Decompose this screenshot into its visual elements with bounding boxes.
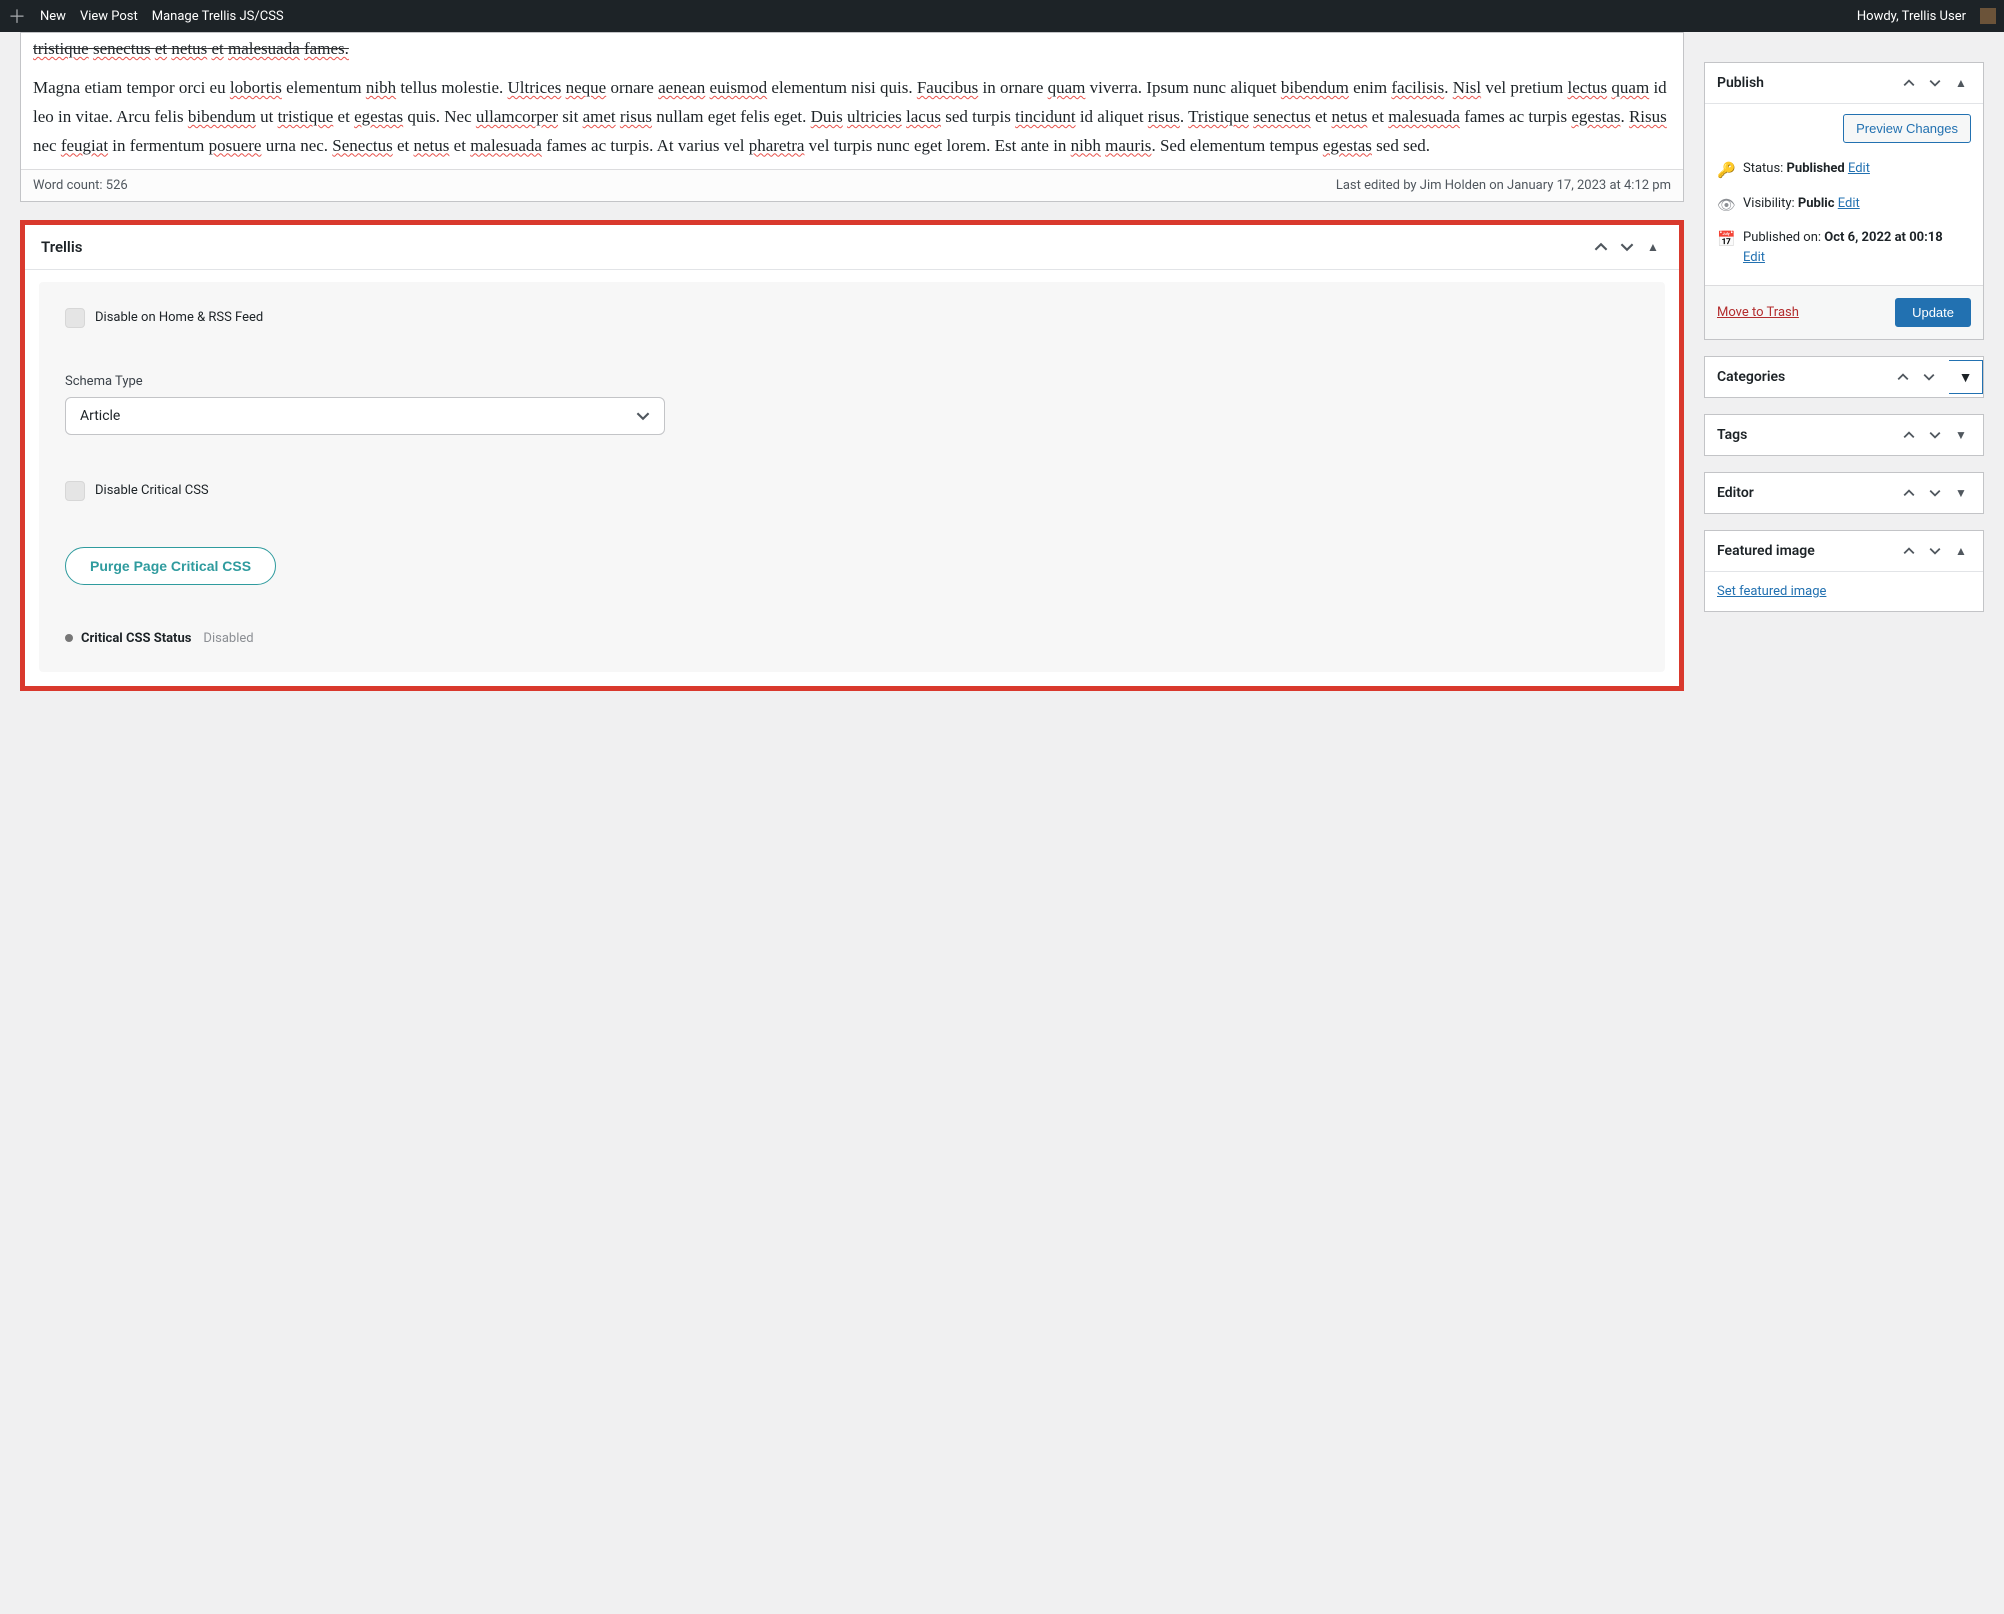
adminbar-new[interactable]: New <box>40 9 66 24</box>
adminbar-view-post[interactable]: View Post <box>80 9 138 24</box>
published-value: Oct 6, 2022 at 00:18 <box>1824 230 1942 245</box>
chevron-down-icon[interactable] <box>1919 367 1939 387</box>
post-content[interactable]: tristique senectus et netus et malesuada… <box>21 35 1683 169</box>
visibility-row: Visibility: Public Edit <box>1743 194 1860 214</box>
preview-changes-button[interactable]: Preview Changes <box>1843 114 1971 143</box>
editor-panel: Editor ▼ <box>1704 472 1984 514</box>
critical-css-status-value: Disabled <box>203 631 253 646</box>
word-count: Word count: 526 <box>33 178 128 193</box>
chevron-up-icon[interactable] <box>1899 425 1919 445</box>
visibility-value: Public <box>1798 196 1835 211</box>
schema-type-select[interactable]: Article <box>65 397 665 435</box>
eye-icon: 👁 <box>1717 194 1735 217</box>
chevron-up-icon[interactable] <box>1899 73 1919 93</box>
edit-publish-date-link[interactable]: Edit <box>1743 250 1765 265</box>
trellis-metabox: Trellis ▲ Disable on Home & RSS Feed Sch… <box>20 220 1684 691</box>
status-row: Status: Published Edit <box>1743 159 1870 179</box>
tags-panel: Tags ▼ <box>1704 414 1984 456</box>
featured-image-title: Featured image <box>1717 543 1815 559</box>
critical-css-status-label: Critical CSS Status <box>81 631 191 646</box>
disable-css-checkbox[interactable] <box>65 481 85 501</box>
tags-title: Tags <box>1717 427 1747 443</box>
publish-title: Publish <box>1717 75 1764 91</box>
caret-down-icon[interactable]: ▼ <box>1951 483 1971 503</box>
disable-home-checkbox[interactable] <box>65 308 85 328</box>
visibility-label: Visibility: <box>1743 196 1798 211</box>
disable-css-label: Disable Critical CSS <box>95 483 209 498</box>
chevron-down-icon[interactable] <box>1925 73 1945 93</box>
content-paragraph: Magna etiam tempor orci eu lobortis elem… <box>33 74 1671 161</box>
calendar-icon: 📅 <box>1717 228 1735 251</box>
status-value: Published <box>1787 161 1845 176</box>
published-row: Published on: Oct 6, 2022 at 00:18 Edit <box>1743 228 1943 267</box>
caret-up-icon[interactable]: ▲ <box>1643 237 1663 257</box>
avatar[interactable] <box>1980 8 1996 24</box>
editor-content-box: tristique senectus et netus et malesuada… <box>20 32 1684 202</box>
status-dot-icon <box>65 634 73 642</box>
published-label: Published on: <box>1743 230 1824 245</box>
admin-bar: ＋ New View Post Manage Trellis JS/CSS Ho… <box>0 0 2004 32</box>
categories-title: Categories <box>1717 369 1785 385</box>
adminbar-manage-trellis[interactable]: Manage Trellis JS/CSS <box>152 9 284 24</box>
edit-status-link[interactable]: Edit <box>1848 161 1870 176</box>
chevron-down-icon[interactable] <box>1617 237 1637 257</box>
chevron-down-icon[interactable] <box>1925 483 1945 503</box>
key-icon: 🔑 <box>1717 159 1735 182</box>
disable-home-row: Disable on Home & RSS Feed <box>65 308 1639 328</box>
update-button[interactable]: Update <box>1895 298 1971 327</box>
last-edited: Last edited by Jim Holden on January 17,… <box>1336 178 1671 193</box>
plus-icon[interactable]: ＋ <box>8 3 26 29</box>
schema-type-label: Schema Type <box>65 374 1639 389</box>
caret-up-icon[interactable]: ▲ <box>1951 73 1971 93</box>
edit-visibility-link[interactable]: Edit <box>1838 196 1860 211</box>
featured-image-panel: Featured image ▲ Set featured image <box>1704 530 1984 612</box>
chevron-down-icon[interactable] <box>1925 425 1945 445</box>
disable-home-label: Disable on Home & RSS Feed <box>95 310 263 325</box>
chevron-up-icon[interactable] <box>1899 483 1919 503</box>
editor-status-bar: Word count: 526 Last edited by Jim Holde… <box>21 169 1683 201</box>
caret-down-icon[interactable]: ▼ <box>1949 360 1983 394</box>
editor-title: Editor <box>1717 485 1754 501</box>
caret-down-icon[interactable]: ▼ <box>1951 425 1971 445</box>
disable-css-row: Disable Critical CSS <box>65 481 1639 501</box>
chevron-up-icon[interactable] <box>1893 367 1913 387</box>
adminbar-howdy[interactable]: Howdy, Trellis User <box>1857 9 1966 24</box>
purge-css-button[interactable]: Purge Page Critical CSS <box>65 547 276 585</box>
chevron-up-icon[interactable] <box>1899 541 1919 561</box>
status-label: Status: <box>1743 161 1787 176</box>
publish-panel: Publish ▲ Preview Changes 🔑 Status: Publ… <box>1704 62 1984 340</box>
categories-panel: Categories ▼ <box>1704 356 1984 398</box>
chevron-up-icon[interactable] <box>1591 237 1611 257</box>
chevron-down-icon <box>636 409 650 423</box>
caret-up-icon[interactable]: ▲ <box>1951 541 1971 561</box>
set-featured-image-link[interactable]: Set featured image <box>1717 584 1826 599</box>
schema-type-value: Article <box>80 408 120 424</box>
trellis-title: Trellis <box>41 238 82 256</box>
move-to-trash-link[interactable]: Move to Trash <box>1717 305 1799 320</box>
chevron-down-icon[interactable] <box>1925 541 1945 561</box>
